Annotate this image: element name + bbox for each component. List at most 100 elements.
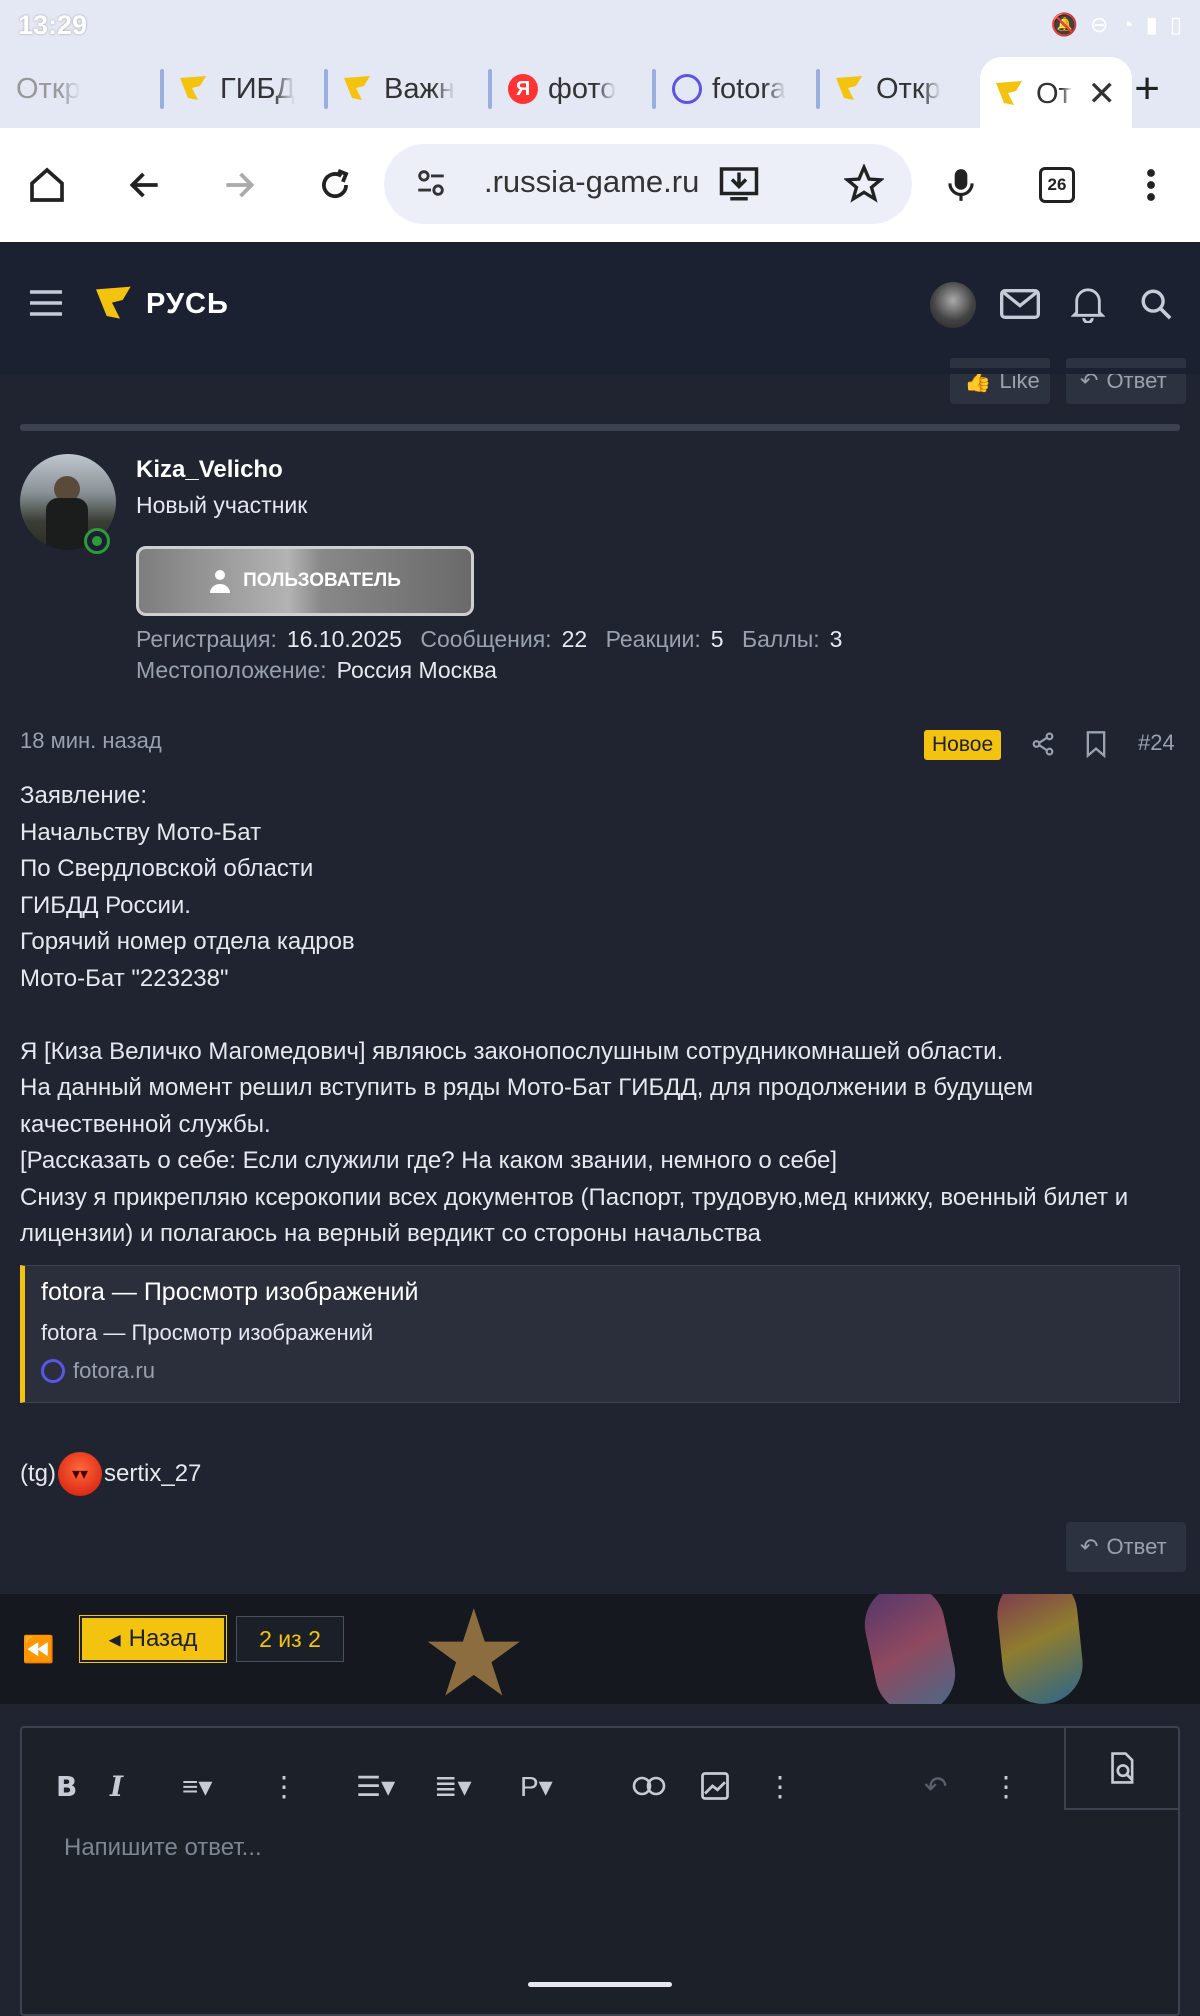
insert-link-button[interactable] <box>632 1766 666 1806</box>
status-time: 13:29 <box>18 9 88 40</box>
tab-title: Откр <box>876 72 941 105</box>
page-indicator[interactable]: 2 из 2 <box>236 1616 344 1662</box>
stat-value: 5 <box>710 626 724 652</box>
reload-icon <box>322 168 349 198</box>
post-reply-button[interactable]: ↶ Ответ <box>1066 1522 1186 1572</box>
signature-prefix: (tg) <box>20 1460 56 1487</box>
undo-icon: ↶ <box>924 1770 948 1802</box>
address-bar[interactable]: .russia-game.ru <box>384 144 912 224</box>
home-button[interactable] <box>14 152 80 218</box>
text-style-dropdown[interactable]: ≡▾ <box>182 1766 212 1806</box>
more-insert-options-button[interactable]: ⋮ <box>766 1766 794 1806</box>
browser-tab-strip: Откр ГИБД Важн Я фото fotora Откр От ✕ + <box>0 50 1200 131</box>
tab-count: 26 <box>1047 175 1067 194</box>
star-icon[interactable] <box>844 164 884 204</box>
browser-tab[interactable]: Откр <box>0 57 160 121</box>
bold-button[interactable]: B <box>56 1766 77 1806</box>
reply-input[interactable]: Напишите ответ... <box>64 1834 262 1862</box>
list-icon: ☰▾ <box>356 1770 396 1802</box>
flag-icon <box>836 76 862 100</box>
reply-icon: ↶ <box>1080 1534 1099 1559</box>
user-stats: Регистрация: 16.10.2025 Сообщения: 22 Реак… <box>136 624 854 686</box>
flipflop-decoration <box>993 1594 1087 1704</box>
first-page-button[interactable]: ⏪ <box>22 1634 54 1665</box>
undo-button[interactable]: ↶ <box>924 1766 947 1806</box>
more-text-options-button[interactable]: ⋮ <box>270 1766 298 1806</box>
logo-text: РУСЬ <box>146 287 229 320</box>
list-dropdown[interactable]: ☰▾ <box>356 1766 395 1806</box>
forward-button[interactable] <box>206 152 272 218</box>
italic-button[interactable]: I <box>110 1766 123 1806</box>
browser-tab[interactable]: fotora <box>656 57 816 121</box>
preview-search-icon <box>1111 1752 1134 1784</box>
avatar[interactable] <box>930 282 976 328</box>
post-date[interactable]: 18 мин. назад <box>20 728 162 754</box>
like-button[interactable]: 👍 Like <box>950 358 1050 404</box>
browser-tab-active[interactable]: От ✕ <box>980 57 1132 131</box>
bookmark-button[interactable] <box>1084 730 1108 763</box>
double-chevron-left-icon: ⏪ <box>22 1634 55 1664</box>
microphone-icon <box>948 169 974 201</box>
arrow-left-icon <box>129 172 158 198</box>
hamburger-menu-button[interactable] <box>28 288 64 323</box>
paragraph-dropdown[interactable]: P▾ <box>520 1766 553 1806</box>
reply-button[interactable]: ↶ Ответ <box>1066 358 1186 404</box>
search-icon <box>1141 289 1172 320</box>
gesture-home-bar[interactable] <box>528 1982 672 1987</box>
tab-count-icon: 26 <box>1039 167 1075 203</box>
share-button[interactable] <box>1030 730 1056 763</box>
stat-key: Сообщения: <box>420 626 552 652</box>
reply-editor: B I ≡▾ ⋮ ☰▾ ≣▾ P▾ ⋮ ↶ ⋮ Напишите ответ..… <box>0 1704 1200 2016</box>
username[interactable]: Kiza_Velicho <box>136 456 283 484</box>
search-button[interactable] <box>1132 280 1180 328</box>
browser-tab[interactable]: Откр <box>820 57 980 121</box>
role-label: ПОЛЬЗОВАТЕЛЬ <box>243 570 401 591</box>
install-app-icon[interactable] <box>718 162 760 204</box>
tab-switcher-button[interactable]: 26 <box>1024 152 1090 218</box>
close-tab-icon[interactable]: ✕ <box>1088 74 1117 114</box>
bell-icon <box>1071 288 1105 323</box>
user-icon <box>210 570 231 593</box>
more-vertical-icon: ⋮ <box>766 1770 794 1802</box>
link-domain-text: fotora.ru <box>73 1358 155 1383</box>
back-button[interactable] <box>112 152 178 218</box>
browser-menu-button[interactable] <box>1118 152 1184 218</box>
link-preview-card[interactable]: fotora — Просмотр изображений fotora — П… <box>20 1265 1180 1403</box>
caret-left-icon: ◂ <box>108 1625 121 1653</box>
site-logo[interactable]: РУСЬ <box>96 286 229 322</box>
wifi-icon: ◔ <box>1120 12 1134 37</box>
share-icon <box>1032 732 1054 756</box>
align-dropdown[interactable]: ≣▾ <box>434 1766 472 1806</box>
site-settings-icon[interactable] <box>414 166 448 200</box>
reload-button[interactable] <box>302 152 368 218</box>
post-number[interactable]: #24 <box>1138 730 1175 756</box>
dnd-icon: ⊖ <box>1090 12 1109 37</box>
tab-title: Откр <box>16 72 81 105</box>
prev-page-button[interactable]: ◂ Назад <box>79 1615 227 1663</box>
tab-title: От <box>1036 77 1072 110</box>
preview-button[interactable] <box>1064 1728 1180 1810</box>
flipflop-decoration <box>857 1594 963 1704</box>
hamburger-icon <box>30 290 62 316</box>
browser-tab[interactable]: ГИБД <box>164 57 324 121</box>
notifications-button[interactable] <box>1064 280 1112 328</box>
new-tab-button[interactable]: + <box>1134 64 1160 114</box>
prev-page-label: Назад <box>128 1625 198 1652</box>
post-body: Заявление: Начальству Мото-Бат По Свердл… <box>20 782 1129 1247</box>
browser-tab[interactable]: Важн <box>328 57 488 121</box>
voice-search-button[interactable] <box>928 152 994 218</box>
stat-value: 22 <box>561 626 588 652</box>
pagination-bar: ★ ⏪ ◂ Назад 2 из 2 <box>0 1594 1200 1704</box>
ring-icon <box>672 74 702 104</box>
messages-button[interactable] <box>996 280 1044 328</box>
url-text[interactable]: .russia-game.ru <box>484 164 699 200</box>
stat-value: 16.10.2025 <box>286 626 402 652</box>
insert-image-button[interactable] <box>700 1766 730 1806</box>
italic-icon: I <box>110 1769 124 1803</box>
more-editor-options-button[interactable]: ⋮ <box>992 1766 1020 1806</box>
status-bar: 13:29 🔕 ⊖ ◔ ▮ ▯ <box>0 0 1200 50</box>
stat-key: Регистрация: <box>136 626 277 652</box>
flag-icon <box>344 76 370 100</box>
browser-tab[interactable]: Я фото <box>492 57 652 121</box>
avatar-body <box>46 498 88 550</box>
